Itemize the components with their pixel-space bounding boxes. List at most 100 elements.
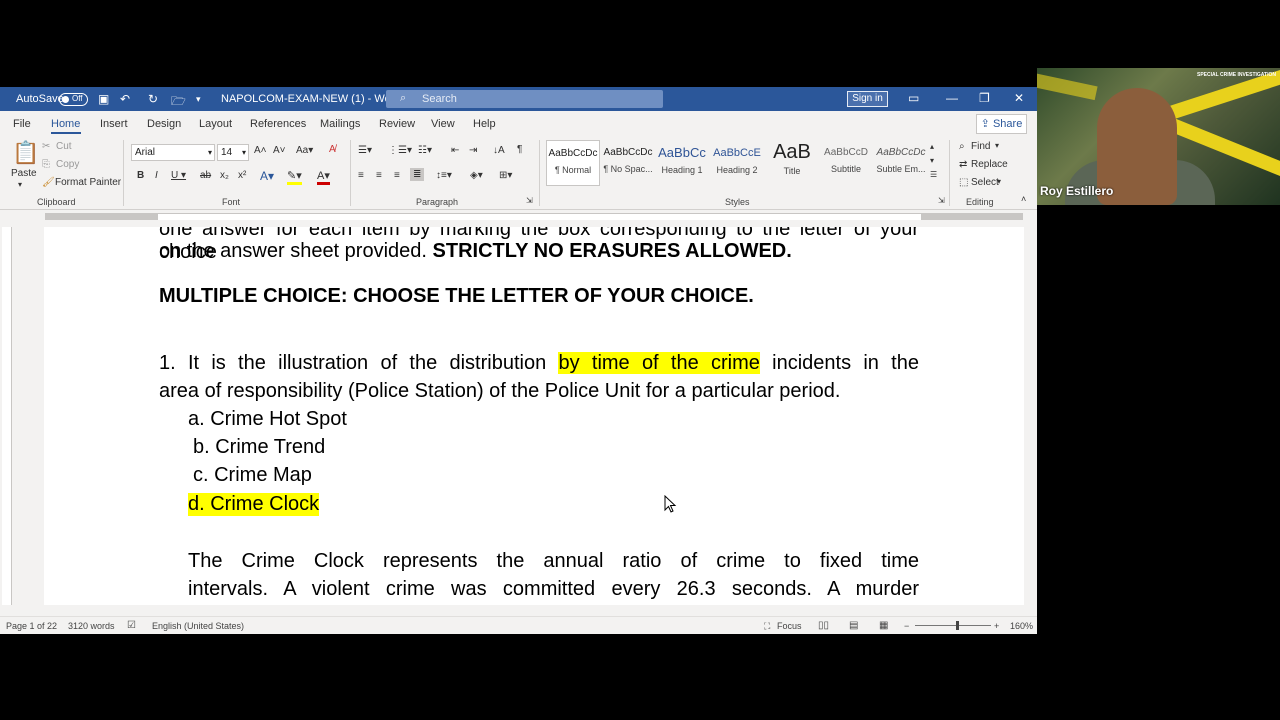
- underline-icon[interactable]: U ▾: [171, 170, 186, 181]
- chevron-down-icon[interactable]: ▾: [995, 141, 999, 150]
- tab-layout[interactable]: Layout: [199, 118, 232, 130]
- increase-indent-icon[interactable]: ⇥: [469, 145, 477, 156]
- paste-dropdown-icon[interactable]: ▾: [18, 180, 22, 189]
- subscript-icon[interactable]: x₂: [220, 170, 229, 181]
- superscript-icon[interactable]: x²: [238, 170, 246, 181]
- zoom-slider-thumb[interactable]: [956, 621, 959, 630]
- borders-icon[interactable]: ⊞▾: [499, 170, 512, 181]
- format-painter-button[interactable]: Format Painter: [55, 177, 121, 188]
- font-name-select[interactable]: Arial ▾: [131, 144, 215, 161]
- style-heading-2[interactable]: AaBbCcE Heading 2: [710, 140, 764, 186]
- customize-toolbar-icon[interactable]: ▾: [196, 94, 201, 105]
- paste-button[interactable]: Paste: [11, 168, 37, 179]
- save-icon[interactable]: ▣: [98, 92, 109, 106]
- tab-mailings[interactable]: Mailings: [320, 118, 360, 130]
- web-layout-icon[interactable]: ▦: [879, 620, 888, 631]
- proofing-icon[interactable]: ☑: [127, 620, 136, 631]
- find-icon[interactable]: ⌕: [959, 141, 965, 152]
- copy-button[interactable]: Copy: [56, 159, 79, 170]
- zoom-out-icon[interactable]: −: [904, 621, 909, 631]
- zoom-level[interactable]: 160%: [1010, 621, 1033, 631]
- align-left-icon[interactable]: ≡: [358, 170, 364, 181]
- focus-mode-button[interactable]: Focus: [777, 621, 802, 631]
- collapse-ribbon-icon[interactable]: ˄: [1021, 194, 1026, 204]
- show-formatting-icon[interactable]: ¶: [517, 144, 522, 155]
- numbering-icon[interactable]: ⋮☰▾: [388, 145, 412, 156]
- tab-view[interactable]: View: [431, 118, 455, 130]
- grow-font-icon[interactable]: A˄: [254, 145, 267, 156]
- word-count[interactable]: 3120 words: [68, 621, 115, 631]
- styles-scroll-up-icon[interactable]: ▴: [930, 142, 934, 151]
- style-heading-1[interactable]: AaBbCc Heading 1: [655, 140, 709, 186]
- decrease-indent-icon[interactable]: ⇤: [451, 145, 459, 156]
- format-painter-icon[interactable]: 🖌: [42, 177, 55, 188]
- style-title[interactable]: AaB Title: [765, 140, 819, 186]
- minimize-icon[interactable]: —: [946, 91, 958, 105]
- select-button[interactable]: Select: [971, 177, 999, 188]
- paste-icon[interactable]: 📋: [12, 140, 39, 166]
- focus-icon[interactable]: ⛶: [764, 621, 770, 632]
- chevron-down-icon[interactable]: ▾: [997, 177, 1001, 186]
- cut-icon[interactable]: ✂: [42, 141, 50, 152]
- shrink-font-icon[interactable]: A˅: [273, 145, 286, 156]
- copy-icon[interactable]: ⎘: [42, 159, 50, 170]
- bold-icon[interactable]: B: [137, 170, 144, 181]
- font-color-icon[interactable]: A▾: [317, 169, 330, 185]
- align-center-icon[interactable]: ≡: [376, 170, 382, 181]
- sign-in-button[interactable]: Sign in: [847, 91, 888, 107]
- tab-file[interactable]: File: [13, 118, 31, 130]
- tab-insert[interactable]: Insert: [100, 118, 128, 130]
- print-layout-icon[interactable]: ▤: [849, 620, 858, 631]
- style-subtle-emphasis[interactable]: AaBbCcDc Subtle Em...: [874, 140, 928, 186]
- line-spacing-icon[interactable]: ↕≡▾: [436, 170, 452, 181]
- ribbon-display-icon[interactable]: ▭: [908, 91, 919, 105]
- document-page[interactable]: one answer for each item by marking the …: [44, 227, 1024, 605]
- replace-button[interactable]: Replace: [971, 159, 1008, 170]
- share-button[interactable]: ⇪ Share: [976, 114, 1027, 134]
- open-folder-icon[interactable]: 🗁: [171, 92, 186, 113]
- text-effects-icon[interactable]: A▾: [260, 169, 274, 183]
- font-size-select[interactable]: 14 ▾: [217, 144, 249, 161]
- restore-icon[interactable]: ❐: [979, 91, 990, 105]
- clear-formatting-icon[interactable]: A̸: [329, 144, 336, 155]
- italic-icon[interactable]: I: [155, 170, 158, 181]
- select-icon[interactable]: ⬚: [959, 177, 968, 188]
- read-mode-icon[interactable]: ▯▯: [818, 620, 829, 631]
- search-box[interactable]: ⌕ Search: [386, 90, 663, 108]
- dialog-launcher-icon[interactable]: ⇲: [526, 196, 533, 205]
- sort-icon[interactable]: ↓A: [493, 145, 505, 156]
- shading-icon[interactable]: ◈▾: [470, 170, 483, 181]
- close-icon[interactable]: ✕: [1014, 91, 1024, 105]
- align-right-icon[interactable]: ≡: [394, 170, 400, 181]
- autosave-toggle[interactable]: Off: [59, 93, 88, 106]
- horizontal-ruler[interactable]: [0, 211, 1037, 221]
- strikethrough-icon[interactable]: ab: [200, 170, 211, 181]
- highlight-color-icon[interactable]: ✎▾: [287, 169, 302, 185]
- bullets-icon[interactable]: ☰▾: [358, 145, 372, 156]
- language[interactable]: English (United States): [152, 621, 244, 631]
- justify-icon[interactable]: ≣: [410, 168, 425, 181]
- tab-home[interactable]: Home: [51, 118, 80, 130]
- cut-button[interactable]: Cut: [56, 141, 72, 152]
- style-normal[interactable]: AaBbCcDc ¶ Normal: [546, 140, 600, 186]
- tab-references[interactable]: References: [250, 118, 306, 130]
- zoom-in-icon[interactable]: +: [994, 621, 999, 631]
- styles-scroll-down-icon[interactable]: ▾: [930, 156, 934, 165]
- page-count[interactable]: Page 1 of 22: [6, 621, 57, 631]
- find-button[interactable]: Find: [971, 141, 990, 152]
- style-subtitle[interactable]: AaBbCcD Subtitle: [819, 140, 873, 186]
- tab-help[interactable]: Help: [473, 118, 496, 130]
- vertical-ruler[interactable]: [2, 227, 12, 605]
- redo-icon[interactable]: ↻: [148, 92, 158, 106]
- change-case-icon[interactable]: Aa▾: [296, 145, 313, 156]
- styles-more-icon[interactable]: ☰: [930, 170, 937, 179]
- tab-design[interactable]: Design: [147, 118, 181, 130]
- multilevel-list-icon[interactable]: ☷▾: [418, 145, 432, 156]
- style-no-spacing[interactable]: AaBbCcDc ¶ No Spac...: [601, 140, 655, 186]
- zoom-slider[interactable]: [915, 625, 991, 626]
- dialog-launcher-icon[interactable]: ⇲: [938, 196, 945, 205]
- tab-review[interactable]: Review: [379, 118, 415, 130]
- undo-icon[interactable]: ↶: [120, 92, 130, 106]
- share-icon: ⇪: [980, 118, 993, 130]
- replace-icon[interactable]: ⇄: [959, 159, 967, 170]
